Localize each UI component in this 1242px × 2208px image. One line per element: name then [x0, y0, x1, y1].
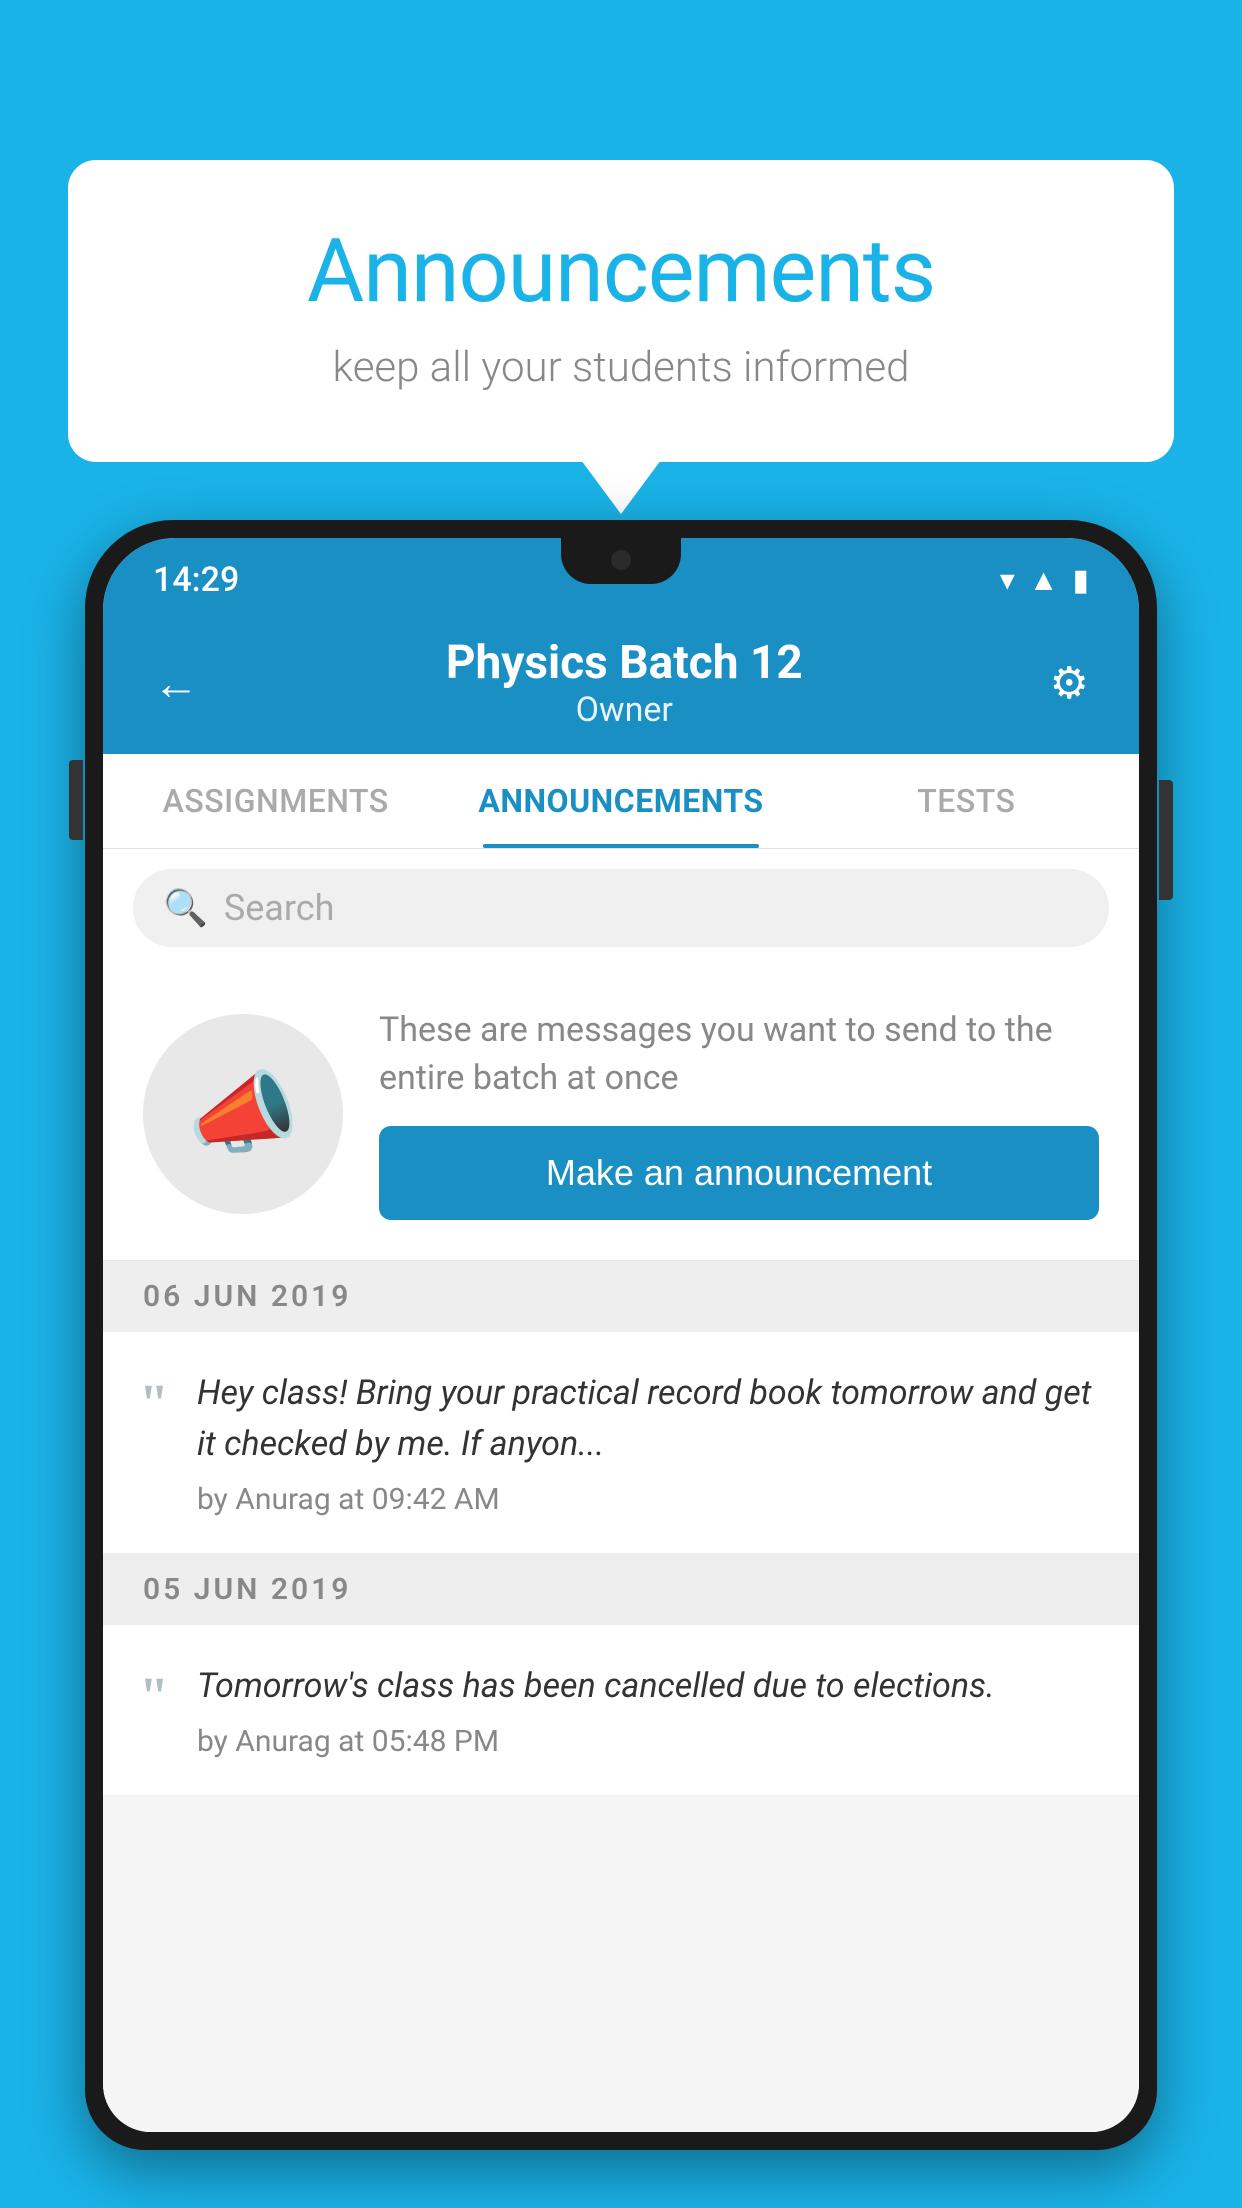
header-center: Physics Batch 12 Owner [199, 636, 1050, 730]
date-label-1: 06 JUN 2019 [143, 1279, 351, 1314]
status-icons: ▾ ▲ ▮ [1000, 563, 1089, 598]
phone-outer: 14:29 ▾ ▲ ▮ ← Physics Batch 12 Owner ⚙ A… [85, 520, 1157, 2150]
phone-screen: 14:29 ▾ ▲ ▮ ← Physics Batch 12 Owner ⚙ A… [103, 538, 1139, 2132]
phone-mockup: 14:29 ▾ ▲ ▮ ← Physics Batch 12 Owner ⚙ A… [85, 520, 1157, 2208]
announcement-text-2: Tomorrow's class has been cancelled due … [197, 1661, 1099, 1712]
quote-icon-1: " [139, 1376, 169, 1430]
header-title: Physics Batch 12 [199, 636, 1050, 690]
settings-button[interactable]: ⚙ [1050, 657, 1089, 709]
bubble-subtitle: keep all your students informed [148, 343, 1094, 392]
content-area: 🔍 Search 📣 These are messages you want t… [103, 849, 1139, 2132]
announcement-item-2[interactable]: " Tomorrow's class has been cancelled du… [103, 1625, 1139, 1796]
search-bar[interactable]: 🔍 Search [133, 869, 1109, 947]
wifi-icon: ▾ [1000, 563, 1015, 598]
search-icon: 🔍 [163, 887, 208, 929]
date-separator-2: 05 JUN 2019 [103, 1554, 1139, 1625]
announcement-item-1[interactable]: " Hey class! Bring your practical record… [103, 1332, 1139, 1554]
status-time: 14:29 [153, 560, 239, 600]
quote-icon-2: " [139, 1669, 169, 1723]
announcement-prompt: 📣 These are messages you want to send to… [103, 967, 1139, 1261]
tab-assignments[interactable]: ASSIGNMENTS [103, 754, 448, 848]
date-separator-1: 06 JUN 2019 [103, 1261, 1139, 1332]
megaphone-circle: 📣 [143, 1014, 343, 1214]
tab-announcements[interactable]: ANNOUNCEMENTS [448, 754, 793, 848]
date-label-2: 05 JUN 2019 [143, 1572, 351, 1607]
speech-bubble-section: Announcements keep all your students inf… [68, 160, 1174, 462]
make-announcement-button[interactable]: Make an announcement [379, 1126, 1099, 1220]
tab-tests[interactable]: TESTS [794, 754, 1139, 848]
tabs-bar: ASSIGNMENTS ANNOUNCEMENTS TESTS [103, 754, 1139, 849]
speech-bubble: Announcements keep all your students inf… [68, 160, 1174, 462]
announcement-content-2: Tomorrow's class has been cancelled due … [197, 1661, 1099, 1759]
prompt-right: These are messages you want to send to t… [379, 1007, 1099, 1220]
announcement-meta-2: by Anurag at 05:48 PM [197, 1724, 1099, 1759]
search-input[interactable]: Search [224, 887, 335, 929]
app-header: ← Physics Batch 12 Owner ⚙ [103, 614, 1139, 754]
announcement-meta-1: by Anurag at 09:42 AM [197, 1482, 1099, 1517]
announcement-text-1: Hey class! Bring your practical record b… [197, 1368, 1099, 1470]
prompt-description: These are messages you want to send to t… [379, 1007, 1099, 1102]
battery-icon: ▮ [1072, 563, 1089, 598]
phone-notch [561, 538, 681, 584]
search-bar-container: 🔍 Search [103, 849, 1139, 967]
signal-icon: ▲ [1029, 563, 1059, 598]
back-button[interactable]: ← [153, 656, 199, 711]
megaphone-icon: 📣 [187, 1061, 299, 1166]
header-subtitle: Owner [199, 690, 1050, 730]
notch-camera [611, 550, 631, 570]
announcement-content-1: Hey class! Bring your practical record b… [197, 1368, 1099, 1517]
bubble-title: Announcements [148, 220, 1094, 323]
